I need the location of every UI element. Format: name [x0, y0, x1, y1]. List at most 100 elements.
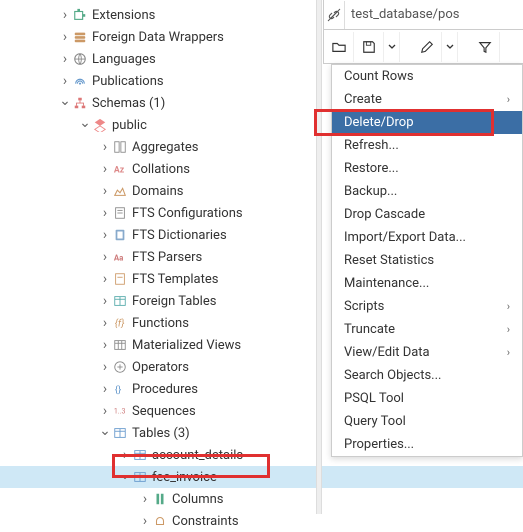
- mat-views-icon: [112, 337, 128, 353]
- chevron-right-icon: ›: [507, 300, 510, 313]
- menu-label: Query Tool: [344, 414, 406, 429]
- folder-open-button[interactable]: [324, 32, 354, 62]
- chevron-right-icon[interactable]: [98, 205, 112, 221]
- svg-text:Az: Az: [114, 166, 125, 176]
- menu-label: Refresh...: [344, 138, 399, 153]
- chevron-right-icon[interactable]: [98, 139, 112, 155]
- aggregates-icon: [112, 139, 128, 155]
- svg-text:{f}: {f}: [115, 319, 125, 330]
- chevron-down-icon[interactable]: [78, 117, 92, 133]
- menu-label: PSQL Tool: [344, 391, 404, 406]
- chevron-right-icon[interactable]: [138, 513, 152, 529]
- menu-label: Delete/Drop: [344, 115, 414, 130]
- chevron-right-icon[interactable]: [98, 337, 112, 353]
- extensions-icon: [72, 7, 88, 23]
- chevron-right-icon[interactable]: [98, 161, 112, 177]
- tree-label: Materialized Views: [132, 338, 241, 353]
- tree-label: Extensions: [92, 8, 155, 23]
- tree-label: Columns: [172, 492, 224, 507]
- fts-dict-icon: [112, 227, 128, 243]
- tree-label: Sequences: [132, 404, 196, 419]
- menu-refresh[interactable]: Refresh...: [332, 134, 522, 157]
- tree-label: public: [112, 118, 147, 133]
- menu-psql[interactable]: PSQL Tool: [332, 387, 522, 410]
- tree-label: fee_invoice: [152, 470, 217, 485]
- menu-count-rows[interactable]: Count Rows: [332, 65, 522, 88]
- chevron-right-icon[interactable]: [98, 183, 112, 199]
- menu-view-edit[interactable]: View/Edit Data›: [332, 341, 522, 364]
- chevron-right-icon[interactable]: [98, 403, 112, 419]
- menu-maintenance[interactable]: Maintenance...: [332, 272, 522, 295]
- disconnect-icon[interactable]: [324, 1, 345, 29]
- save-button[interactable]: [354, 32, 384, 62]
- menu-delete-drop[interactable]: Delete/Drop: [332, 111, 522, 134]
- menu-truncate[interactable]: Truncate›: [332, 318, 522, 341]
- chevron-right-icon[interactable]: [58, 51, 72, 67]
- edit-button[interactable]: [412, 32, 442, 62]
- columns-icon: [152, 491, 168, 507]
- fts-templates-icon: [112, 271, 128, 287]
- chevron-down-icon[interactable]: [58, 95, 72, 111]
- toolbar: [323, 30, 523, 64]
- chevron-right-icon[interactable]: [138, 491, 152, 507]
- menu-create[interactable]: Create ›: [332, 88, 522, 111]
- chevron-right-icon[interactable]: [58, 73, 72, 89]
- chevron-right-icon: ›: [507, 93, 510, 106]
- menu-label: Maintenance...: [344, 276, 429, 291]
- menu-properties[interactable]: Properties...: [332, 433, 522, 456]
- path-input[interactable]: [345, 7, 523, 22]
- chevron-right-icon: ›: [507, 346, 510, 359]
- chevron-right-icon[interactable]: [98, 249, 112, 265]
- menu-scripts[interactable]: Scripts›: [332, 295, 522, 318]
- svg-text:{}: {}: [115, 385, 122, 396]
- tree-label: Languages: [92, 52, 156, 67]
- chevron-down-icon[interactable]: [98, 425, 112, 441]
- menu-label: Backup...: [344, 184, 397, 199]
- vertical-splitter[interactable]: [316, 0, 322, 514]
- tree-label: Tables (3): [132, 426, 190, 441]
- table-icon: [132, 447, 148, 463]
- menu-query-tool[interactable]: Query Tool: [332, 410, 522, 433]
- chevron-right-icon[interactable]: [58, 7, 72, 23]
- tree-item-constraints[interactable]: Constraints: [0, 510, 523, 532]
- svg-text:1..3: 1..3: [114, 408, 126, 416]
- chevron-right-icon[interactable]: [98, 227, 112, 243]
- fts-conf-icon: [112, 205, 128, 221]
- chevron-right-icon[interactable]: [98, 359, 112, 375]
- tree-item-fee-invoice[interactable]: fee_invoice: [0, 466, 523, 488]
- menu-backup[interactable]: Backup...: [332, 180, 522, 203]
- constraints-icon: [152, 513, 168, 529]
- tree-label: account_details: [152, 448, 243, 463]
- menu-import-export[interactable]: Import/Export Data...: [332, 226, 522, 249]
- menu-restore[interactable]: Restore...: [332, 157, 522, 180]
- menu-label: Import/Export Data...: [344, 230, 466, 245]
- tree-label: FTS Parsers: [132, 250, 202, 265]
- tree-label: Schemas (1): [92, 96, 165, 111]
- filter-button[interactable]: [470, 32, 500, 62]
- chevron-right-icon[interactable]: [98, 293, 112, 309]
- tree-item-columns[interactable]: Columns: [0, 488, 523, 510]
- menu-label: Drop Cascade: [344, 207, 425, 222]
- save-dropdown[interactable]: [384, 32, 400, 62]
- tree-label: Operators: [132, 360, 189, 375]
- menu-label: Reset Statistics: [344, 253, 434, 268]
- fts-parsers-icon: Aa: [112, 249, 128, 265]
- menu-label: Create: [344, 92, 382, 107]
- chevron-right-icon[interactable]: [58, 29, 72, 45]
- menu-drop-cascade[interactable]: Drop Cascade: [332, 203, 522, 226]
- menu-search-objects[interactable]: Search Objects...: [332, 364, 522, 387]
- chevron-right-icon[interactable]: [98, 271, 112, 287]
- tree-label: Procedures: [132, 382, 198, 397]
- schemas-icon: [72, 95, 88, 111]
- edit-dropdown[interactable]: [442, 32, 458, 62]
- chevron-right-icon[interactable]: [118, 447, 132, 463]
- chevron-down-icon[interactable]: [118, 469, 132, 485]
- chevron-right-icon[interactable]: [98, 315, 112, 331]
- collations-icon: Az: [112, 161, 128, 177]
- menu-reset-stats[interactable]: Reset Statistics: [332, 249, 522, 272]
- tree-label: FTS Dictionaries: [132, 228, 227, 243]
- chevron-right-icon[interactable]: [98, 381, 112, 397]
- menu-label: Search Objects...: [344, 368, 441, 383]
- foreign-tables-icon: [112, 293, 128, 309]
- menu-label: Truncate: [344, 322, 395, 337]
